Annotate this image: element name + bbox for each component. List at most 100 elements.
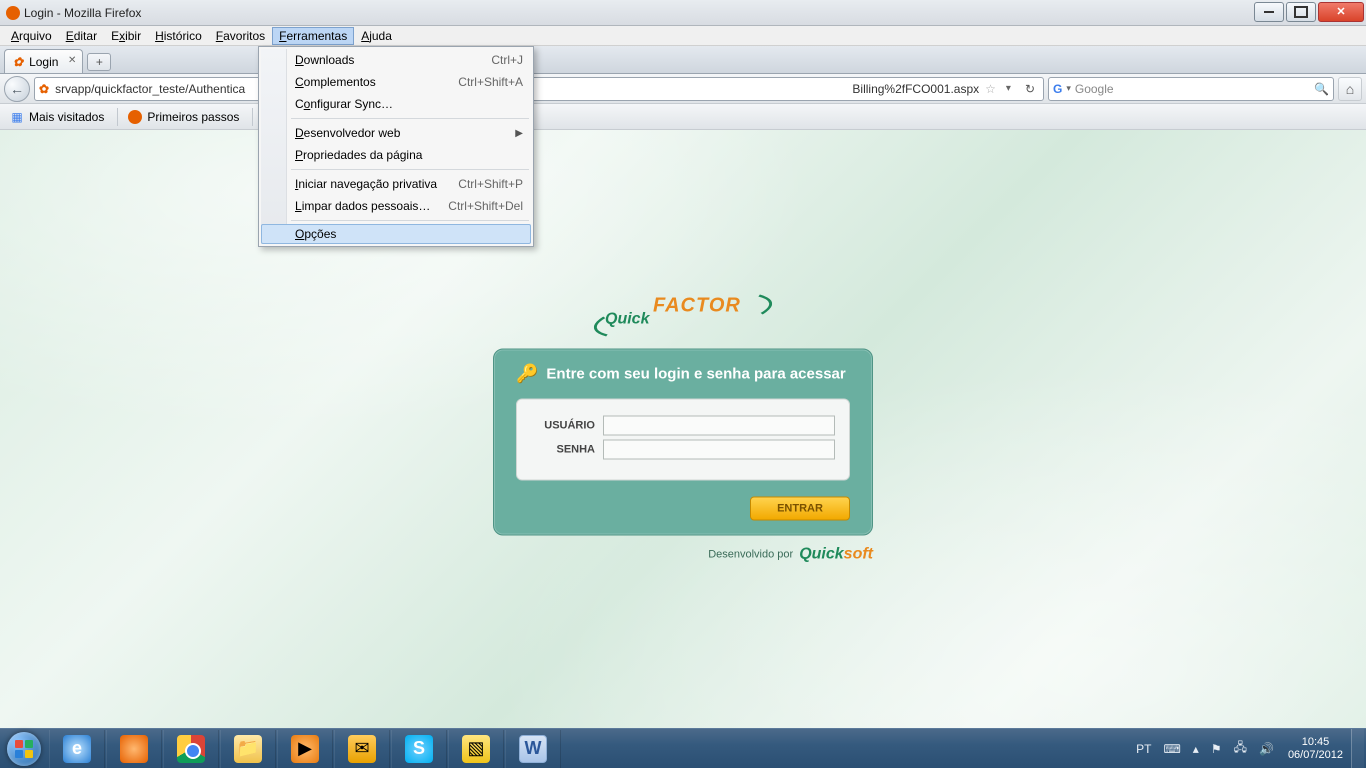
taskbar-skype[interactable]: S	[391, 730, 447, 768]
taskbar-ie[interactable]: e	[49, 730, 105, 768]
menu-item-configurar-sync[interactable]: Configurar Sync…	[261, 93, 531, 115]
quickfactor-logo: Quick FACTOR	[593, 295, 773, 337]
tray-lang[interactable]: PT	[1130, 729, 1157, 769]
urlbar[interactable]: ✿ srvapp/quickfactor_teste/Authentica Bi…	[34, 77, 1044, 101]
search-icon[interactable]: 🔍	[1314, 82, 1329, 96]
menu-item-label: Desenvolvedor web	[295, 126, 515, 140]
taskbar-chrome[interactable]	[163, 730, 219, 768]
menu-historico[interactable]: Histórico	[148, 27, 209, 45]
reload-icon[interactable]: ↻	[1021, 82, 1039, 96]
home-button[interactable]: ⌂	[1338, 77, 1362, 101]
password-label: SENHA	[531, 444, 603, 456]
menu-ajuda[interactable]: Ajuda	[354, 27, 399, 45]
menu-editar[interactable]: Editar	[59, 27, 104, 45]
tray-arrow-icon[interactable]: ▴	[1187, 729, 1205, 769]
taskbar: e 📁 ▶ ✉ S ▧ W PT ⌨ ▴ ⚑ 🖧 🔊 10:45 06/07/2…	[0, 728, 1366, 768]
searchbar[interactable]: G ▾ Google 🔍	[1048, 77, 1334, 101]
menu-item-label: Downloads	[295, 53, 491, 67]
tab-login[interactable]: ✿ Login ✕	[4, 49, 83, 73]
window-titlebar: Login - Mozilla Firefox	[0, 0, 1366, 26]
login-heading: 🔑 Entre com seu login e senha para acess…	[516, 364, 850, 385]
developed-by: Desenvolvido por Quicksoft	[493, 546, 873, 564]
bookmarks-toolbar: ▦ Mais visitados Primeiros passos ∎ U ✿ …	[0, 104, 1366, 130]
stickynotes-icon: ▧	[462, 735, 490, 763]
menu-item-navegacao-privativa[interactable]: Iniciar navegação privativa Ctrl+Shift+P	[261, 173, 531, 195]
menu-separator	[291, 169, 529, 170]
submit-button[interactable]: ENTRAR	[750, 497, 850, 521]
url-dropdown-icon[interactable]: ▾	[1002, 83, 1015, 94]
menu-item-label: Iniciar navegação privativa	[295, 177, 458, 191]
menu-item-propriedades-pagina[interactable]: Propriedades da página	[261, 144, 531, 166]
show-desktop-button[interactable]	[1351, 729, 1364, 769]
minimize-button[interactable]	[1254, 2, 1284, 22]
menu-item-shortcut: Ctrl+J	[491, 53, 523, 67]
password-row: SENHA	[531, 440, 835, 460]
tray-volume-icon[interactable]: 🔊	[1253, 729, 1280, 769]
tray-clock[interactable]: 10:45 06/07/2012	[1280, 729, 1351, 769]
bookmark-primeiros-passos[interactable]: Primeiros passos	[122, 107, 248, 127]
tab-label: Login	[29, 55, 58, 69]
firefox-icon	[6, 6, 20, 20]
close-button[interactable]	[1318, 2, 1364, 22]
bookmark-star-icon[interactable]: ☆	[985, 82, 996, 96]
menu-item-desenvolvedor-web[interactable]: Desenvolvedor web ▶	[261, 122, 531, 144]
username-row: USUÁRIO	[531, 416, 835, 436]
menu-item-label: Complementos	[295, 75, 458, 89]
developed-by-label: Desenvolvido por	[708, 549, 793, 561]
menu-separator	[291, 118, 529, 119]
username-label: USUÁRIO	[531, 420, 603, 432]
menu-item-limpar-dados[interactable]: Limpar dados pessoais… Ctrl+Shift+Del	[261, 195, 531, 217]
firefox-icon	[127, 109, 143, 125]
taskbar-sticky[interactable]: ▧	[448, 730, 504, 768]
menu-ferramentas[interactable]: Ferramentas	[272, 27, 354, 45]
folder-icon: 📁	[234, 735, 262, 763]
ie-icon: e	[63, 735, 91, 763]
submenu-arrow-icon: ▶	[515, 128, 523, 139]
logo-text-quick: Quick	[605, 311, 649, 329]
skype-icon: S	[405, 735, 433, 763]
back-button[interactable]: ←	[4, 76, 30, 102]
clock-time: 10:45	[1302, 736, 1330, 749]
url-text-right: Billing%2fFCO001.aspx	[852, 82, 979, 96]
menu-item-label: Configurar Sync…	[295, 97, 523, 111]
word-icon: W	[519, 735, 547, 763]
tray-flag-icon[interactable]: ⚑	[1205, 729, 1228, 769]
taskbar-outlook[interactable]: ✉	[334, 730, 390, 768]
menu-item-label: Opções	[295, 227, 523, 241]
tab-close-icon[interactable]: ✕	[68, 55, 76, 66]
username-input[interactable]	[603, 416, 835, 436]
taskbar-word[interactable]: W	[505, 730, 561, 768]
bookmark-separator	[252, 108, 253, 126]
taskbar-mediaplayer[interactable]: ▶	[277, 730, 333, 768]
searchbar-placeholder: Google	[1075, 82, 1310, 96]
menu-item-complementos[interactable]: Complementos Ctrl+Shift+A	[261, 71, 531, 93]
tray-network-icon[interactable]: 🖧	[1228, 729, 1253, 769]
new-tab-button[interactable]: +	[87, 53, 111, 71]
bookmark-mais-visitados[interactable]: ▦ Mais visitados	[4, 107, 113, 127]
start-button[interactable]	[0, 729, 48, 769]
menu-exibir[interactable]: Exibir	[104, 27, 148, 45]
menu-favoritos[interactable]: Favoritos	[209, 27, 272, 45]
clock-date: 06/07/2012	[1288, 749, 1343, 762]
window-title-text: Login - Mozilla Firefox	[24, 6, 141, 20]
taskbar-firefox[interactable]	[106, 730, 162, 768]
logo: Quick FACTOR	[493, 295, 873, 337]
chrome-icon	[177, 735, 205, 763]
window-title: Login - Mozilla Firefox	[0, 6, 141, 20]
quicksoft-logo: Quicksoft	[799, 546, 873, 564]
menu-arquivo[interactable]: Arquivo	[4, 27, 59, 45]
ferramentas-menu: Downloads Ctrl+J Complementos Ctrl+Shift…	[258, 46, 534, 247]
bookmark-label: Mais visitados	[29, 110, 104, 124]
searchbar-dropdown-icon[interactable]: ▾	[1066, 83, 1071, 94]
maximize-button[interactable]	[1286, 2, 1316, 22]
menu-item-opcoes[interactable]: Opções	[261, 224, 531, 244]
menu-item-downloads[interactable]: Downloads Ctrl+J	[261, 49, 531, 71]
login-container: Quick FACTOR 🔑 Entre com seu login e sen…	[493, 295, 873, 564]
site-identity-icon[interactable]: ✿	[39, 82, 49, 96]
taskbar-explorer[interactable]: 📁	[220, 730, 276, 768]
password-input[interactable]	[603, 440, 835, 460]
firefox-icon	[120, 735, 148, 763]
page-content: Quick FACTOR 🔑 Entre com seu login e sen…	[0, 130, 1366, 728]
tray-keyboard-icon[interactable]: ⌨	[1157, 729, 1186, 769]
mediaplayer-icon: ▶	[291, 735, 319, 763]
